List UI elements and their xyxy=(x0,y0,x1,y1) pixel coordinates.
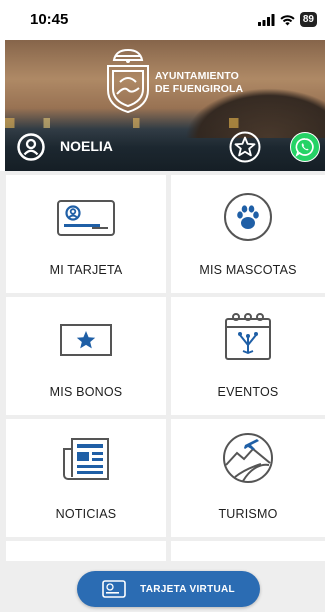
org-name-line2: DE FUENGIROLA xyxy=(155,83,244,95)
calendar-event-icon xyxy=(225,313,271,360)
battery-icon: 89 xyxy=(299,12,317,27)
card-icon xyxy=(102,580,126,598)
menu-item-partial[interactable] xyxy=(6,541,166,561)
org-name-line1: AYUNTAMIENTO xyxy=(155,70,239,82)
signal-icon xyxy=(257,13,275,26)
user-icon[interactable] xyxy=(17,133,45,161)
paw-icon xyxy=(224,193,272,241)
menu-item-label: MI TARJETA xyxy=(49,263,123,277)
menu-item-mis-mascotas[interactable]: MIS MASCOTAS xyxy=(171,175,325,293)
menu-item-eventos[interactable]: EVENTOS xyxy=(171,297,325,415)
whatsapp-icon xyxy=(295,138,314,157)
status-icons: 89 xyxy=(257,12,317,27)
tourism-icon xyxy=(223,433,273,483)
bottom-bar: TARJETA VIRTUAL xyxy=(0,561,325,612)
menu-item-label: TURISMO xyxy=(218,507,278,521)
menu-item-mis-bonos[interactable]: MIS BONOS xyxy=(6,297,166,415)
header-banner: AYUNTAMIENTO DE FUENGIROLA NOELIA xyxy=(5,40,325,171)
status-time: 10:45 xyxy=(30,11,69,28)
virtual-card-button[interactable]: TARJETA VIRTUAL xyxy=(77,571,260,607)
menu-item-label: MIS BONOS xyxy=(49,385,123,399)
org-name: AYUNTAMIENTO DE FUENGIROLA xyxy=(155,70,243,96)
menu-item-mi-tarjeta[interactable]: MI TARJETA xyxy=(6,175,166,293)
menu-item-label: NOTICIAS xyxy=(55,507,117,521)
crest-icon xyxy=(107,48,149,114)
star-icon[interactable] xyxy=(229,131,261,163)
whatsapp-button[interactable] xyxy=(290,132,320,162)
menu-grid: MI TARJETA MIS MASCOTAS MIS BONOS EVENTO… xyxy=(0,171,325,561)
wifi-icon xyxy=(280,14,295,25)
menu-item-label: EVENTOS xyxy=(217,385,279,399)
menu-item-label: MIS MASCOTAS xyxy=(199,263,297,277)
virtual-card-label: TARJETA VIRTUAL xyxy=(140,583,235,595)
voucher-star-icon xyxy=(60,324,112,356)
status-bar: 10:45 89 xyxy=(0,0,325,40)
menu-item-noticias[interactable]: NOTICIAS xyxy=(6,419,166,537)
menu-item-partial[interactable] xyxy=(171,541,325,561)
user-name[interactable]: NOELIA xyxy=(60,138,113,154)
menu-item-turismo[interactable]: TURISMO xyxy=(171,419,325,537)
newspaper-icon xyxy=(63,438,109,480)
id-card-icon xyxy=(57,200,115,236)
